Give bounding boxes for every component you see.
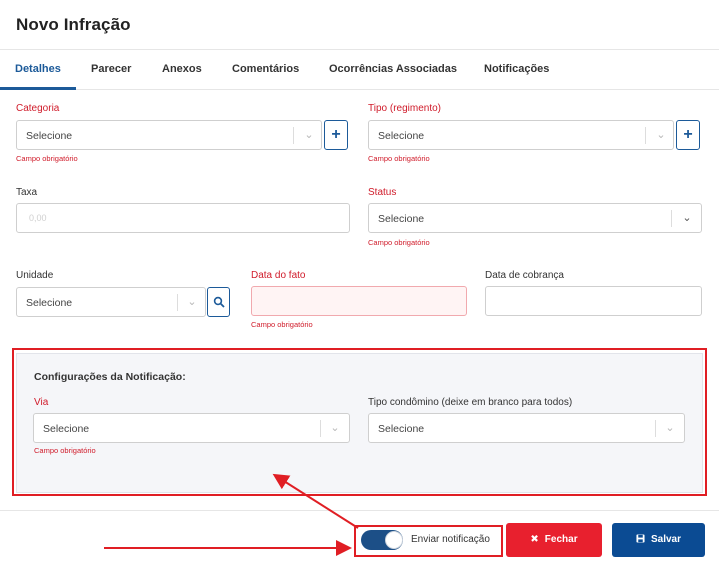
enviar-notificacao-toggle[interactable]: Enviar notificação: [361, 530, 501, 552]
data-fato-input[interactable]: [251, 286, 467, 316]
salvar-label: Salvar: [650, 534, 682, 545]
toggle-knob: [385, 531, 403, 549]
taxa-input[interactable]: 0,00: [16, 203, 350, 233]
taxa-label: Taxa: [16, 187, 38, 198]
select-separator: [655, 420, 656, 437]
status-select[interactable]: Selecione ⌄: [368, 203, 702, 233]
select-separator: [293, 127, 294, 144]
tipo-condominio-select[interactable]: Selecione ⌄: [368, 413, 685, 443]
add-tipo-button[interactable]: +: [676, 120, 700, 150]
data-cobranca-label: Data de cobrança: [485, 270, 564, 281]
categoria-placeholder: Selecione: [26, 130, 73, 142]
tab-parecer[interactable]: Parecer: [91, 63, 131, 75]
select-separator: [320, 420, 321, 437]
fechar-label: Fechar: [544, 534, 578, 545]
data-cobranca-input[interactable]: [485, 286, 702, 316]
tipo-placeholder: Selecione: [378, 130, 425, 142]
tipo-condominio-placeholder: Selecione: [378, 423, 425, 435]
plus-icon: +: [331, 126, 341, 143]
tab-anexos[interactable]: Anexos: [162, 63, 202, 75]
via-placeholder: Selecione: [43, 423, 90, 435]
tab-detalhes[interactable]: Detalhes: [15, 63, 61, 75]
status-placeholder: Selecione: [378, 213, 425, 225]
toggle-switch[interactable]: [361, 530, 403, 550]
tipo-condominio-label: Tipo condômino (deixe em branco para tod…: [368, 397, 573, 408]
salvar-button[interactable]: Salvar: [612, 523, 705, 557]
data-fato-label: Data do fato: [251, 270, 306, 281]
tab-ocorrencias-associadas[interactable]: Ocorrências Associadas: [329, 63, 457, 75]
categoria-error: Campo obrigatório: [16, 154, 78, 163]
chevron-down-icon[interactable]: ⌄: [185, 296, 199, 308]
search-icon: [213, 296, 225, 308]
select-separator: [671, 210, 672, 227]
chevron-down-icon[interactable]: ⌄: [654, 129, 668, 141]
notification-settings-title: Configurações da Notificação:: [34, 371, 186, 383]
via-select[interactable]: Selecione ⌄: [33, 413, 350, 443]
footer-divider: [0, 510, 719, 511]
chevron-down-icon[interactable]: ⌄: [328, 422, 342, 434]
unidade-select[interactable]: Selecione ⌄: [16, 287, 206, 317]
chevron-down-icon[interactable]: ⌄: [302, 129, 316, 141]
modal-header: Novo Infração: [0, 0, 719, 50]
search-unidade-button[interactable]: [207, 287, 230, 317]
close-icon: ✖: [530, 534, 539, 545]
tipo-label: Tipo (regimento): [368, 103, 441, 114]
chevron-down-icon[interactable]: ⌄: [663, 422, 677, 434]
tab-bar: Detalhes Parecer Anexos Comentários Ocor…: [0, 50, 719, 90]
modal-title: Novo Infração: [16, 15, 131, 34]
tipo-error: Campo obrigatório: [368, 154, 430, 163]
status-label: Status: [368, 187, 397, 198]
floppy-disk-icon: [636, 523, 645, 557]
taxa-placeholder: 0,00: [29, 213, 47, 223]
chevron-down-icon[interactable]: ⌄: [680, 212, 694, 224]
select-separator: [645, 127, 646, 144]
via-error: Campo obrigatório: [34, 446, 96, 455]
categoria-select[interactable]: Selecione ⌄: [16, 120, 322, 150]
data-fato-error: Campo obrigatório: [251, 320, 313, 329]
status-error: Campo obrigatório: [368, 238, 430, 247]
select-separator: [177, 294, 178, 311]
active-tab-indicator: [0, 87, 76, 90]
unidade-label: Unidade: [16, 270, 54, 281]
tab-notificacoes[interactable]: Notificações: [484, 63, 549, 75]
tipo-select[interactable]: Selecione ⌄: [368, 120, 674, 150]
enviar-notificacao-label: Enviar notificação: [411, 534, 490, 545]
unidade-placeholder: Selecione: [26, 297, 73, 309]
fechar-button[interactable]: ✖ Fechar: [506, 523, 602, 557]
categoria-label: Categoria: [16, 103, 60, 114]
plus-icon: +: [683, 126, 693, 143]
via-label: Via: [34, 397, 49, 408]
tab-comentarios[interactable]: Comentários: [232, 63, 299, 75]
add-categoria-button[interactable]: +: [324, 120, 348, 150]
